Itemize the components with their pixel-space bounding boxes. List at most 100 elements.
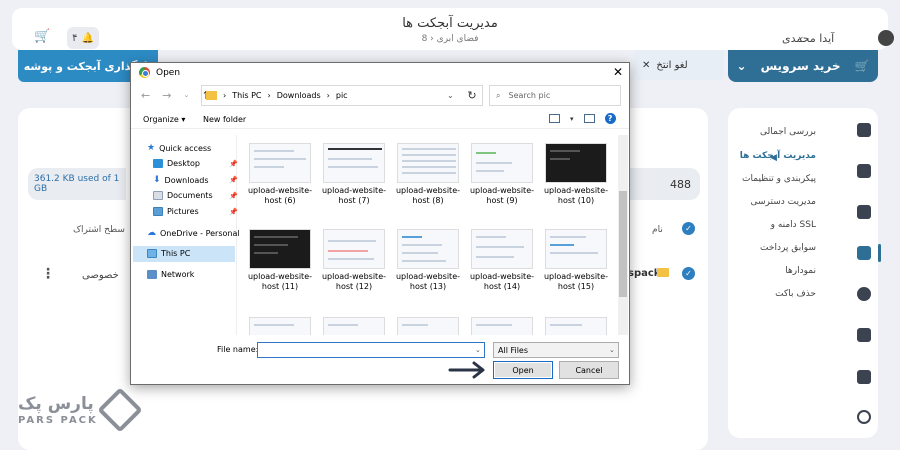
view-dropdown-icon[interactable]: ▾ — [570, 115, 574, 123]
address-dropdown-icon[interactable]: ⌄ — [447, 91, 454, 100]
file-item[interactable]: upload-website-host (6) — [247, 143, 313, 206]
path-pic[interactable]: pic — [336, 91, 348, 100]
sidebar-item-objects[interactable]: مدیریت آبجکت ها — [740, 151, 816, 161]
path-this-pc[interactable]: This PC — [232, 91, 261, 100]
buy-service-label: خرید سرویس — [760, 59, 841, 73]
nav-quick-access[interactable]: ★ Quick access — [147, 143, 211, 153]
cancel-selection-button[interactable]: ✕ لغو انتخ — [634, 50, 724, 80]
new-folder-button[interactable]: New folder — [203, 115, 246, 124]
address-bar[interactable]: › This PC › Downloads › pic — [201, 85, 483, 106]
breadcrumb-id: 8 — [421, 34, 428, 44]
file-name: upload-website-host (12) — [321, 272, 386, 291]
desktop-icon — [153, 159, 163, 168]
cloud-upload-icon[interactable] — [857, 328, 871, 342]
sidebar-item-delete-bucket[interactable]: حذف باکت — [775, 289, 816, 299]
storage-icon[interactable] — [857, 205, 871, 219]
file-name: upload-website-host (13) — [395, 272, 460, 291]
file-item[interactable]: upload-website-host (11) — [247, 229, 313, 292]
breadcrumb-item[interactable]: فضای ابری — [437, 34, 479, 44]
sidebar-item-payments[interactable]: سوابق پرداخت — [760, 243, 816, 253]
pin-icon: 📌 — [229, 176, 238, 184]
dashboard-icon[interactable] — [857, 123, 871, 137]
server-icon[interactable] — [857, 164, 871, 178]
file-item[interactable] — [321, 317, 387, 335]
dialog-close-button[interactable]: ✕ — [613, 65, 623, 79]
computer-icon — [147, 249, 157, 258]
file-item[interactable] — [469, 317, 535, 335]
nav-network[interactable]: Network — [147, 270, 194, 279]
file-item[interactable]: upload-website-host (7) — [321, 143, 387, 206]
cart-icon[interactable]: 🛒 — [34, 29, 50, 44]
sidebar-item-config[interactable]: پیکربندی و تنظیمات — [742, 174, 816, 184]
cancel-button[interactable]: Cancel — [559, 361, 619, 379]
user-icon[interactable] — [878, 30, 894, 46]
column-header-name[interactable]: نام — [652, 225, 663, 235]
back-arrow-icon[interactable]: ← — [141, 89, 150, 102]
nav-pictures[interactable]: Pictures 📌 — [153, 207, 238, 216]
file-type-dropdown-icon[interactable]: ⌄ — [609, 346, 615, 354]
file-grid: upload-website-host (6) upload-website-h… — [239, 135, 617, 335]
file-item[interactable]: upload-website-host (9) — [469, 143, 535, 206]
organize-button[interactable]: Organize ▾ — [143, 115, 185, 124]
refresh-icon[interactable]: ↻ — [462, 86, 482, 105]
headset-icon[interactable] — [857, 410, 871, 424]
folder-icon — [657, 268, 669, 277]
lock-icon[interactable] — [857, 287, 871, 301]
buy-service-button[interactable]: ⌄ خرید سرویس 🛒 — [728, 50, 878, 82]
path-separator: › — [326, 91, 330, 100]
file-thumbnail — [471, 143, 533, 183]
sidebar-item-overview[interactable]: بررسی اجمالی — [760, 127, 816, 137]
nav-this-pc[interactable]: This PC — [147, 249, 190, 258]
row-checkbox[interactable]: ✓ — [682, 267, 695, 280]
nav-documents[interactable]: Documents 📌 — [153, 191, 238, 200]
nav-onedrive[interactable]: ☁ OneDrive - Personal — [147, 228, 240, 238]
search-box[interactable]: ⌕ Search pic — [489, 85, 621, 106]
scrollbar-thumb[interactable] — [619, 191, 627, 297]
forward-arrow-icon[interactable]: → — [162, 89, 171, 102]
pictures-icon — [153, 207, 163, 216]
file-item[interactable] — [247, 317, 313, 335]
dialog-title: Open — [156, 67, 181, 78]
preview-pane-icon[interactable] — [583, 114, 595, 123]
sidebar-item-access[interactable]: مدیریت دسترسی — [751, 197, 817, 207]
more-options-icon[interactable]: ⋮ — [41, 266, 55, 282]
view-mode-icon[interactable] — [549, 114, 560, 123]
file-item[interactable]: upload-website-host (13) — [395, 229, 461, 292]
file-name: upload-website-host (6) — [247, 186, 312, 205]
document-icon[interactable] — [857, 370, 871, 384]
file-item[interactable] — [395, 317, 461, 335]
file-name-dropdown-icon[interactable]: ⌄ — [475, 346, 481, 354]
file-name-input[interactable] — [257, 342, 485, 358]
recent-chevron-icon[interactable]: ⌄ — [183, 91, 189, 102]
folder-icon — [206, 91, 217, 100]
rail-active-indicator — [878, 244, 881, 262]
file-item[interactable]: upload-website-host (15) — [543, 229, 609, 292]
notification-button[interactable]: ۴ 🔔 — [67, 27, 99, 49]
nav-desktop[interactable]: Desktop 📌 — [153, 159, 238, 168]
file-item[interactable]: upload-website-host (10) — [543, 143, 609, 206]
file-item[interactable]: upload-website-host (14) — [469, 229, 535, 292]
file-item[interactable]: upload-website-host (12) — [321, 229, 387, 292]
open-button[interactable]: Open — [493, 361, 553, 379]
nav-pictures-label: Pictures — [167, 207, 199, 216]
breadcrumb-separator: › — [430, 34, 434, 44]
path-downloads[interactable]: Downloads — [277, 91, 321, 100]
sidebar-item-domain-ssl[interactable]: دامنه و SSL — [771, 220, 816, 230]
file-thumbnail — [397, 317, 459, 335]
path-separator: › — [267, 91, 271, 100]
file-name: upload-website-host (11) — [247, 272, 312, 291]
user-name[interactable]: آیدا محمدی — [782, 32, 834, 45]
logo-text: پارس پک — [18, 394, 94, 414]
column-header-access[interactable]: سطح اشتراک — [73, 225, 125, 235]
help-icon[interactable]: ? — [604, 113, 616, 124]
sidebar-item-charts[interactable]: نمودارها — [785, 266, 816, 276]
bucket-id: 488 — [630, 168, 700, 200]
nav-downloads[interactable]: ⬇ Downloads 📌 — [153, 175, 238, 185]
cloud-storage-icon[interactable] — [857, 246, 871, 260]
file-item[interactable] — [543, 317, 609, 335]
file-type-select[interactable]: All Files — [493, 342, 619, 358]
file-item[interactable]: upload-website-host (8) — [395, 143, 461, 206]
file-thumbnail — [397, 143, 459, 183]
row-name[interactable]: spack — [628, 268, 660, 279]
select-all-checkbox[interactable]: ✓ — [682, 222, 695, 235]
